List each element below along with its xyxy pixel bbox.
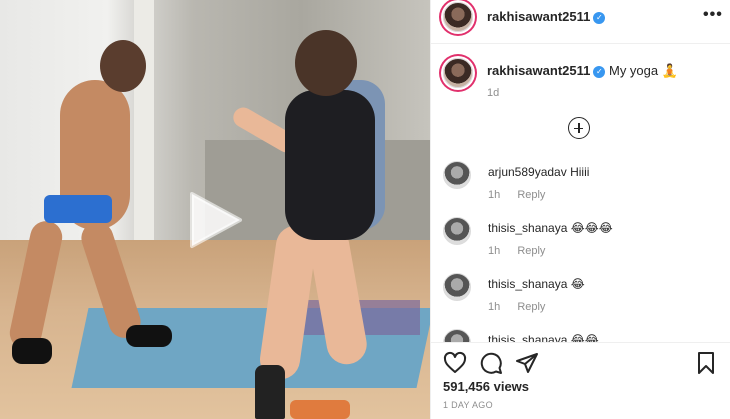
comment-username[interactable]: arjun589yadav <box>488 165 567 179</box>
comment-text: thisis_shanaya 😂😂😂 <box>488 221 613 235</box>
caption-timestamp[interactable]: 1d <box>487 87 499 99</box>
comment-avatar[interactable] <box>443 217 471 245</box>
person-center-head <box>295 30 357 96</box>
comment-body: 😂 <box>570 277 585 291</box>
comment-text: thisis_shanaya 😂 <box>488 277 585 291</box>
reply-button[interactable]: Reply <box>517 189 545 201</box>
verified-badge-icon: ✓ <box>593 12 606 24</box>
comment-icon[interactable] <box>479 351 503 375</box>
reply-button[interactable]: Reply <box>517 245 545 257</box>
comment-meta: 1h Reply <box>488 301 559 313</box>
comment-body: Hiiii <box>570 165 590 179</box>
post-caption: rakhisawant2511 ✓ My yoga 🧘 <box>487 63 717 79</box>
person-left-sock <box>126 325 172 347</box>
person-left-shorts <box>44 195 112 223</box>
person-center-torso <box>285 90 375 240</box>
background-doorframe <box>134 0 154 245</box>
comment-body: 😂😂😂 <box>570 221 613 235</box>
comment-meta: 1h Reply <box>488 189 559 201</box>
person-left-sock <box>12 338 52 364</box>
post-side-panel: rakhisawant2511 ✓ ••• rakhisawant2511 ✓ My… <box>431 0 730 419</box>
play-icon[interactable] <box>184 190 244 250</box>
comment-item: thisis_shanaya 😂😂😂 1h Reply <box>431 217 730 273</box>
comment-time[interactable]: 1h <box>488 301 500 313</box>
post-timestamp[interactable]: 1 DAY AGO <box>443 400 493 410</box>
comment-avatar[interactable] <box>443 161 471 189</box>
post-video[interactable] <box>0 0 430 419</box>
comment-username[interactable]: thisis_shanaya <box>488 221 567 235</box>
verified-badge-icon: ✓ <box>593 66 606 78</box>
reply-button[interactable]: Reply <box>517 301 545 313</box>
water-bottle <box>255 365 285 419</box>
person-left-head <box>100 40 146 92</box>
share-icon[interactable] <box>515 351 539 375</box>
comment-time[interactable]: 1h <box>488 245 500 257</box>
avatar[interactable] <box>443 2 473 32</box>
caption-avatar[interactable] <box>443 58 473 88</box>
caption-username[interactable]: rakhisawant2511 <box>487 63 590 78</box>
comment-meta: 1h Reply <box>488 245 559 257</box>
towel <box>290 400 350 419</box>
more-options-icon[interactable]: ••• <box>703 6 723 24</box>
bookmark-icon[interactable] <box>694 351 718 375</box>
comment-text: arjun589yadav Hiiii <box>488 165 589 179</box>
author-username[interactable]: rakhisawant2511 <box>487 9 590 24</box>
comment-avatar[interactable] <box>443 273 471 301</box>
comment-time[interactable]: 1h <box>488 189 500 201</box>
post-actions: 591,456 views 1 DAY AGO <box>431 342 730 419</box>
post-header: rakhisawant2511 ✓ ••• <box>431 0 730 44</box>
comment-item: arjun589yadav Hiiii 1h Reply <box>431 161 730 217</box>
view-count[interactable]: 591,456 views <box>443 379 529 394</box>
post-author[interactable]: rakhisawant2511 ✓ <box>487 9 606 24</box>
heart-icon[interactable] <box>443 351 467 375</box>
caption-text: My yoga 🧘 <box>608 63 678 78</box>
add-circle-icon[interactable] <box>568 117 590 139</box>
comment-item: thisis_shanaya 😂 1h Reply <box>431 273 730 329</box>
comment-username[interactable]: thisis_shanaya <box>488 277 567 291</box>
